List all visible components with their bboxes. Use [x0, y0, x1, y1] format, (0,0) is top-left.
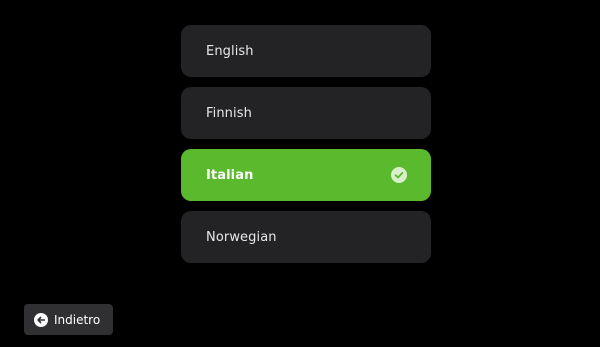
language-option-label: Finnish	[206, 105, 252, 121]
language-option-finnish[interactable]: Finnish	[181, 87, 431, 139]
back-button[interactable]: Indietro	[24, 304, 113, 335]
language-list: English Finnish Italian Norwegian	[181, 25, 431, 263]
language-option-label: English	[206, 43, 254, 59]
check-circle-icon	[391, 167, 407, 183]
language-selection-screen: English Finnish Italian Norwegian Indiet…	[0, 0, 600, 347]
language-option-italian[interactable]: Italian	[181, 149, 431, 201]
language-option-norwegian[interactable]: Norwegian	[181, 211, 431, 263]
language-option-label: Italian	[206, 167, 254, 183]
language-option-label: Norwegian	[206, 229, 277, 245]
back-button-label: Indietro	[54, 312, 101, 327]
language-option-english[interactable]: English	[181, 25, 431, 77]
arrow-left-circle-icon	[34, 312, 48, 327]
